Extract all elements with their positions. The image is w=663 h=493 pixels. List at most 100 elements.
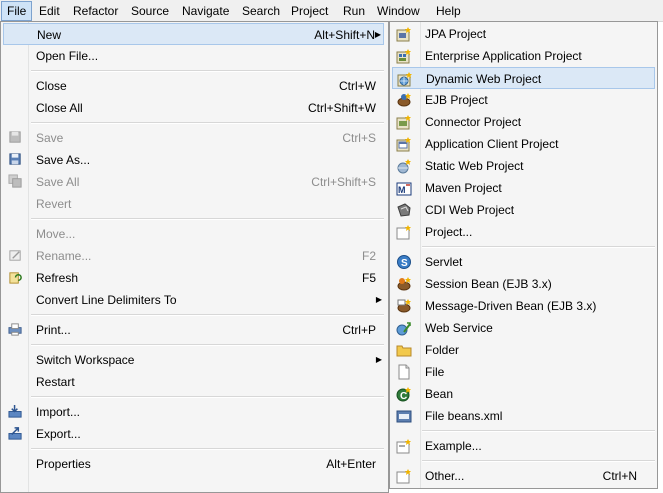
- web-service-icon: [396, 320, 412, 336]
- new-submenu-other[interactable]: Other... Ctrl+N: [392, 465, 655, 487]
- menubar-project[interactable]: Project: [286, 2, 333, 20]
- menu-item-label: Maven Project: [425, 181, 502, 195]
- jpa-project-icon: [396, 26, 412, 42]
- maven-project-icon: M: [396, 180, 412, 196]
- menu-item-label: Export...: [36, 427, 81, 441]
- new-submenu-session-bean-ejb-3-x[interactable]: Session Bean (EJB 3.x): [392, 273, 655, 295]
- menu-item-label: Refresh: [36, 271, 79, 285]
- new-submenu-folder[interactable]: Folder: [392, 339, 655, 361]
- menubar-help[interactable]: Help: [431, 2, 466, 20]
- svg-text:S: S: [401, 258, 408, 269]
- file-menu-restart[interactable]: Restart: [3, 371, 384, 393]
- print-icon: [8, 322, 23, 337]
- menubar-file[interactable]: File: [1, 1, 33, 21]
- menu-item-label: Other...: [425, 469, 465, 483]
- menu-item-shortcut: Ctrl+P: [342, 323, 376, 337]
- menubar-run[interactable]: Run: [338, 2, 370, 20]
- example-icon: [396, 438, 412, 454]
- menu-separator: [422, 246, 655, 248]
- enterprise-project-icon: [396, 48, 412, 64]
- file-menu-close-all[interactable]: Close All Ctrl+Shift+W: [3, 97, 384, 119]
- menu-item-label: Open File...: [36, 49, 99, 63]
- file-menu-new[interactable]: New Alt+Shift+N ▶: [3, 23, 384, 45]
- menubar-edit[interactable]: Edit: [34, 2, 65, 20]
- file-menu-save-all[interactable]: Save All Ctrl+Shift+S: [3, 171, 384, 193]
- menu-item-label: Convert Line Delimiters To: [36, 293, 177, 307]
- file-menu-properties[interactable]: Properties Alt+Enter: [3, 453, 384, 475]
- new-submenu-static-web-project[interactable]: Static Web Project: [392, 155, 655, 177]
- file-menu: New Alt+Shift+N ▶ Open File... Close Ctrl+W Cl…: [0, 21, 389, 493]
- menu-item-label: File beans.xml: [425, 409, 503, 423]
- file-menu-rename[interactable]: Rename... F2: [3, 245, 384, 267]
- menu-item-label: Switch Workspace: [36, 353, 135, 367]
- new-submenu-bean[interactable]: C Bean: [392, 383, 655, 405]
- menu-item-label: Project...: [425, 225, 473, 239]
- file-menu-open-file[interactable]: Open File...: [3, 45, 384, 67]
- new-submenu-message-driven-bean-ejb-3-x[interactable]: Message-Driven Bean (EJB 3.x): [392, 295, 655, 317]
- new-submenu-file[interactable]: File: [392, 361, 655, 383]
- beans-xml-icon: [396, 408, 412, 424]
- save-as-icon: [8, 152, 23, 167]
- new-submenu-application-client-project[interactable]: Application Client Project: [392, 133, 655, 155]
- export-icon: [8, 426, 23, 441]
- save-icon: [8, 130, 23, 145]
- menu-separator: [31, 122, 384, 124]
- menu-item-shortcut: Ctrl+Shift+W: [307, 101, 376, 115]
- import-icon: [8, 404, 23, 419]
- new-submenu-file-beans-xml[interactable]: File beans.xml: [392, 405, 655, 427]
- file-menu-refresh[interactable]: Refresh F5: [3, 267, 384, 289]
- file-menu-export[interactable]: Export...: [3, 423, 384, 445]
- new-submenu-jpa-project[interactable]: JPA Project: [392, 23, 655, 45]
- static-web-project-icon: [396, 158, 412, 174]
- menu-item-shortcut: F5: [361, 271, 376, 285]
- new-submenu-project[interactable]: Project...: [392, 221, 655, 243]
- new-submenu-ejb-project[interactable]: EJB Project: [392, 89, 655, 111]
- menu-item-label: Restart: [36, 375, 75, 389]
- message-bean-icon: [396, 298, 412, 314]
- menu-item-label: Web Service: [425, 321, 493, 335]
- file-menu-print[interactable]: Print... Ctrl+P: [3, 319, 384, 341]
- menu-separator: [31, 314, 384, 316]
- menu-item-label: CDI Web Project: [425, 203, 515, 217]
- submenu-arrow-icon: ▶: [375, 295, 382, 304]
- menu-separator: [422, 460, 655, 462]
- file-menu-save-as[interactable]: Save As...: [3, 149, 384, 171]
- new-submenu: JPA Project Enterprise Application Projec…: [389, 21, 658, 489]
- folder-icon: [396, 342, 412, 358]
- file-menu-move[interactable]: Move...: [3, 223, 384, 245]
- file-menu-close[interactable]: Close Ctrl+W: [3, 75, 384, 97]
- project-icon: [396, 224, 412, 240]
- submenu-arrow-icon: ▶: [374, 30, 381, 39]
- menu-item-label: Connector Project: [425, 115, 522, 129]
- menu-item-label: Static Web Project: [425, 159, 524, 173]
- menu-item-label: Save: [36, 131, 64, 145]
- new-submenu-servlet[interactable]: S Servlet: [392, 251, 655, 273]
- menu-item-label: Close: [36, 79, 67, 93]
- menubar-search[interactable]: Search: [237, 2, 285, 20]
- new-submenu-cdi-web-project[interactable]: CDI Web Project: [392, 199, 655, 221]
- menu-separator: [422, 430, 655, 432]
- new-submenu-connector-project[interactable]: Connector Project: [392, 111, 655, 133]
- file-menu-import[interactable]: Import...: [3, 401, 384, 423]
- menu-separator: [31, 70, 384, 72]
- new-submenu-example[interactable]: Example...: [392, 435, 655, 457]
- cdi-web-project-icon: [396, 202, 412, 218]
- menubar-window[interactable]: Window: [372, 2, 425, 20]
- menubar-refactor[interactable]: Refactor: [68, 2, 123, 20]
- connector-project-icon: [396, 114, 412, 130]
- new-submenu-web-service[interactable]: Web Service: [392, 317, 655, 339]
- menu-item-label: Rename...: [36, 249, 92, 263]
- file-icon: [396, 364, 412, 380]
- menu-separator: [31, 448, 384, 450]
- new-submenu-dynamic-web-project[interactable]: Dynamic Web Project: [392, 67, 655, 89]
- ejb-project-icon: [396, 92, 412, 108]
- menu-item-label: Close All: [36, 101, 83, 115]
- menubar-source[interactable]: Source: [126, 2, 174, 20]
- file-menu-convert-line-delimiters-to[interactable]: Convert Line Delimiters To ▶: [3, 289, 384, 311]
- new-submenu-enterprise-application-project[interactable]: Enterprise Application Project: [392, 45, 655, 67]
- file-menu-save[interactable]: Save Ctrl+S: [3, 127, 384, 149]
- file-menu-revert[interactable]: Revert: [3, 193, 384, 215]
- new-submenu-maven-project[interactable]: M Maven Project: [392, 177, 655, 199]
- menubar-navigate[interactable]: Navigate: [177, 2, 234, 20]
- file-menu-switch-workspace[interactable]: Switch Workspace ▶: [3, 349, 384, 371]
